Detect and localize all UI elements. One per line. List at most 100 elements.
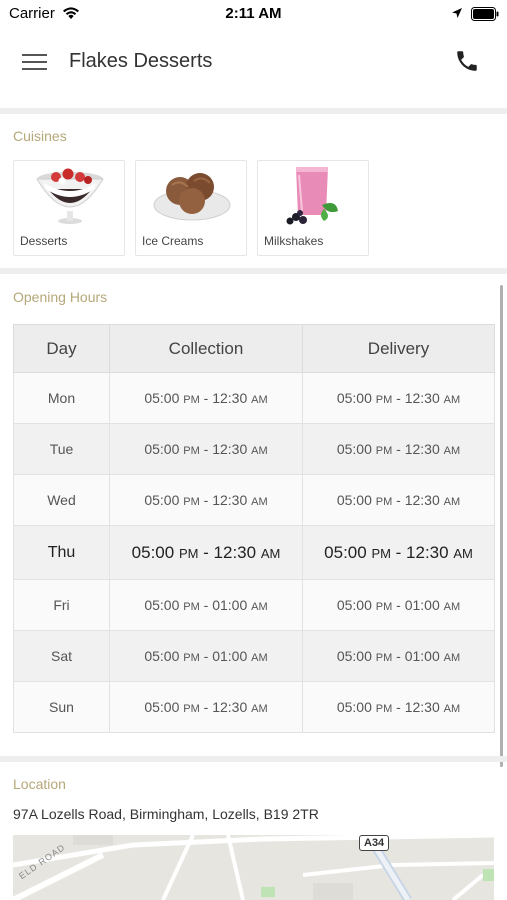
vertical-scrollbar[interactable] bbox=[500, 285, 503, 767]
cuisine-label: Ice Creams bbox=[142, 234, 204, 248]
opening-hours-table: Day Collection Delivery Mon 05:00 PM - 1… bbox=[13, 324, 495, 733]
delivery-hours-cell: 05:00 PM - 01:00 AM bbox=[302, 630, 495, 682]
time-value: 05:00 bbox=[336, 597, 372, 613]
ampm-label: PM bbox=[178, 545, 199, 561]
ampm-label: AM bbox=[251, 601, 268, 613]
ampm-label: AM bbox=[443, 445, 461, 457]
time-value: 05:00 bbox=[324, 542, 367, 562]
ampm-label: AM bbox=[251, 496, 268, 508]
status-time: 2:11 AM bbox=[225, 5, 282, 22]
table-row: Fri 05:00 PM - 01:00 AM 05:00 PM - 01:00… bbox=[13, 579, 495, 631]
ampm-label: PM bbox=[183, 394, 200, 406]
delivery-hours-cell: 05:00 PM - 12:30 AM bbox=[302, 372, 495, 424]
day-cell: Mon bbox=[13, 372, 110, 424]
time-value: 12:30 bbox=[212, 492, 248, 508]
ampm-label: AM bbox=[251, 394, 268, 406]
opening-hours-heading: Opening Hours bbox=[13, 289, 108, 305]
hamburger-menu-icon[interactable] bbox=[22, 50, 48, 72]
column-header-day: Day bbox=[13, 324, 110, 373]
time-value: 05:00 bbox=[336, 390, 372, 406]
time-value: 12:30 bbox=[212, 699, 248, 715]
time-value: 01:00 bbox=[212, 597, 248, 613]
time-value: 05:00 bbox=[131, 542, 175, 562]
app-header: Flakes Desserts bbox=[0, 28, 507, 108]
cuisine-card-milkshakes[interactable]: Milkshakes bbox=[257, 160, 369, 256]
day-cell: Fri bbox=[13, 579, 110, 631]
collection-hours-cell: 05:00 PM - 12:30 AM bbox=[109, 474, 303, 526]
phone-icon[interactable] bbox=[454, 48, 482, 76]
ampm-label: PM bbox=[375, 652, 393, 664]
dessert-bowl-image bbox=[36, 168, 104, 224]
ampm-label: PM bbox=[375, 703, 393, 715]
ampm-label: AM bbox=[443, 703, 461, 715]
cuisine-list: Desserts Ice Creams Milkshakes bbox=[13, 160, 369, 256]
ampm-label: AM bbox=[453, 545, 473, 561]
section-divider bbox=[0, 108, 507, 114]
time-value: 01:00 bbox=[404, 597, 440, 613]
time-value: 05:00 bbox=[144, 648, 180, 664]
ampm-label: PM bbox=[183, 652, 200, 664]
ampm-label: AM bbox=[443, 394, 461, 406]
delivery-hours-cell: 05:00 PM - 12:30 AM bbox=[302, 423, 495, 475]
location-map[interactable]: A34 ELD ROAD bbox=[13, 835, 494, 900]
cuisine-label: Desserts bbox=[20, 234, 68, 248]
location-arrow-icon bbox=[452, 8, 462, 18]
collection-hours-cell: 05:00 PM - 12:30 AM bbox=[109, 681, 303, 733]
ampm-label: AM bbox=[443, 652, 461, 664]
table-row: Mon 05:00 PM - 12:30 AM 05:00 PM - 12:30… bbox=[13, 372, 495, 424]
section-divider bbox=[0, 268, 507, 274]
table-header-row: Day Collection Delivery bbox=[13, 324, 495, 373]
time-value: 05:00 bbox=[336, 441, 372, 457]
location-heading: Location bbox=[13, 776, 66, 792]
delivery-hours-cell: 05:00 PM - 01:00 AM bbox=[302, 579, 495, 631]
table-row: Sat 05:00 PM - 01:00 AM 05:00 PM - 01:00… bbox=[13, 630, 495, 682]
ampm-label: AM bbox=[251, 652, 268, 664]
ampm-label: PM bbox=[375, 601, 393, 613]
column-header-collection: Collection bbox=[109, 324, 303, 373]
ice-cream-scoops-image bbox=[153, 173, 231, 221]
cuisine-card-desserts[interactable]: Desserts bbox=[13, 160, 125, 256]
time-value: 05:00 bbox=[336, 492, 372, 508]
time-value: 05:00 bbox=[144, 492, 180, 508]
ampm-label: PM bbox=[371, 545, 391, 561]
delivery-hours-cell: 05:00 PM - 12:30 AM bbox=[302, 681, 495, 733]
ampm-label: PM bbox=[375, 496, 393, 508]
ampm-label: AM bbox=[443, 601, 461, 613]
collection-hours-cell: 05:00 PM - 12:30 AM bbox=[109, 525, 303, 580]
ampm-label: AM bbox=[251, 703, 268, 715]
time-value: 05:00 bbox=[336, 699, 372, 715]
ampm-label: PM bbox=[375, 394, 393, 406]
time-value: 12:30 bbox=[212, 390, 248, 406]
collection-hours-cell: 05:00 PM - 01:00 AM bbox=[109, 630, 303, 682]
delivery-hours-cell: 05:00 PM - 12:30 AM bbox=[302, 474, 495, 526]
collection-hours-cell: 05:00 PM - 12:30 AM bbox=[109, 372, 303, 424]
ampm-label: AM bbox=[251, 445, 268, 457]
day-cell: Tue bbox=[13, 423, 110, 475]
time-value: 05:00 bbox=[144, 390, 180, 406]
map-road-sign: A34 bbox=[359, 835, 390, 851]
cuisine-card-ice-creams[interactable]: Ice Creams bbox=[135, 160, 247, 256]
ampm-label: PM bbox=[183, 601, 200, 613]
time-value: 12:30 bbox=[404, 441, 440, 457]
column-header-delivery: Delivery bbox=[302, 324, 495, 373]
day-cell: Sun bbox=[13, 681, 110, 733]
time-value: 05:00 bbox=[144, 597, 180, 613]
delivery-hours-cell: 05:00 PM - 12:30 AM bbox=[302, 525, 495, 580]
time-value: 01:00 bbox=[212, 648, 248, 664]
table-row: Sun 05:00 PM - 12:30 AM 05:00 PM - 12:30… bbox=[13, 681, 495, 733]
collection-hours-cell: 05:00 PM - 12:30 AM bbox=[109, 423, 303, 475]
time-value: 05:00 bbox=[144, 441, 180, 457]
collection-hours-cell: 05:00 PM - 01:00 AM bbox=[109, 579, 303, 631]
time-value: 05:00 bbox=[336, 648, 372, 664]
time-value: 12:30 bbox=[212, 441, 248, 457]
address-text: 97A Lozells Road, Birmingham, Lozells, B… bbox=[13, 806, 319, 822]
day-cell: Sat bbox=[13, 630, 110, 682]
ampm-label: AM bbox=[443, 496, 461, 508]
ampm-label: PM bbox=[183, 703, 200, 715]
time-value: 12:30 bbox=[404, 390, 440, 406]
ampm-label: PM bbox=[183, 445, 200, 457]
day-cell: Thu bbox=[13, 525, 110, 580]
ampm-label: PM bbox=[375, 445, 393, 457]
milkshake-glass-image bbox=[286, 167, 338, 225]
cuisines-heading: Cuisines bbox=[13, 128, 67, 144]
